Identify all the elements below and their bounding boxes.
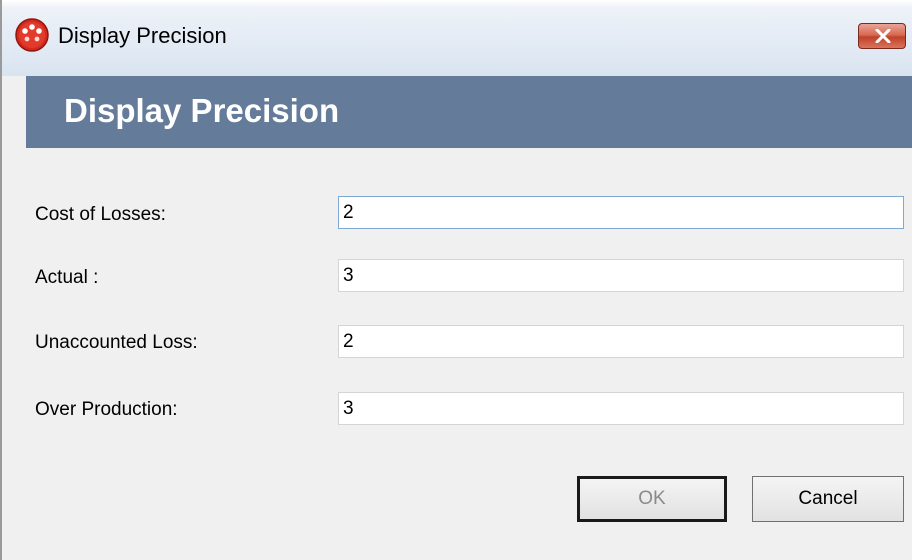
ok-button[interactable]: OK [577, 476, 727, 522]
cost-of-losses-label: Cost of Losses: [35, 204, 166, 225]
cancel-button[interactable]: Cancel [752, 476, 904, 522]
window-title: Display Precision [58, 23, 227, 48]
title-bar[interactable]: Display Precision [2, 0, 912, 76]
over-production-label: Over Production: [35, 399, 178, 420]
close-button[interactable] [858, 23, 906, 49]
dialog-window: Display Precision Display Precision Cost… [0, 0, 912, 560]
unaccounted-loss-label: Unaccounted Loss: [35, 332, 198, 353]
header-banner: Display Precision [26, 76, 912, 148]
cost-of-losses-input[interactable] [338, 196, 904, 229]
actual-input[interactable] [338, 259, 904, 292]
banner-title: Display Precision [64, 92, 340, 129]
unaccounted-loss-input[interactable] [338, 325, 904, 358]
over-production-input[interactable] [338, 392, 904, 425]
close-icon [875, 29, 891, 43]
app-icon [14, 17, 50, 53]
actual-label: Actual : [35, 267, 99, 288]
